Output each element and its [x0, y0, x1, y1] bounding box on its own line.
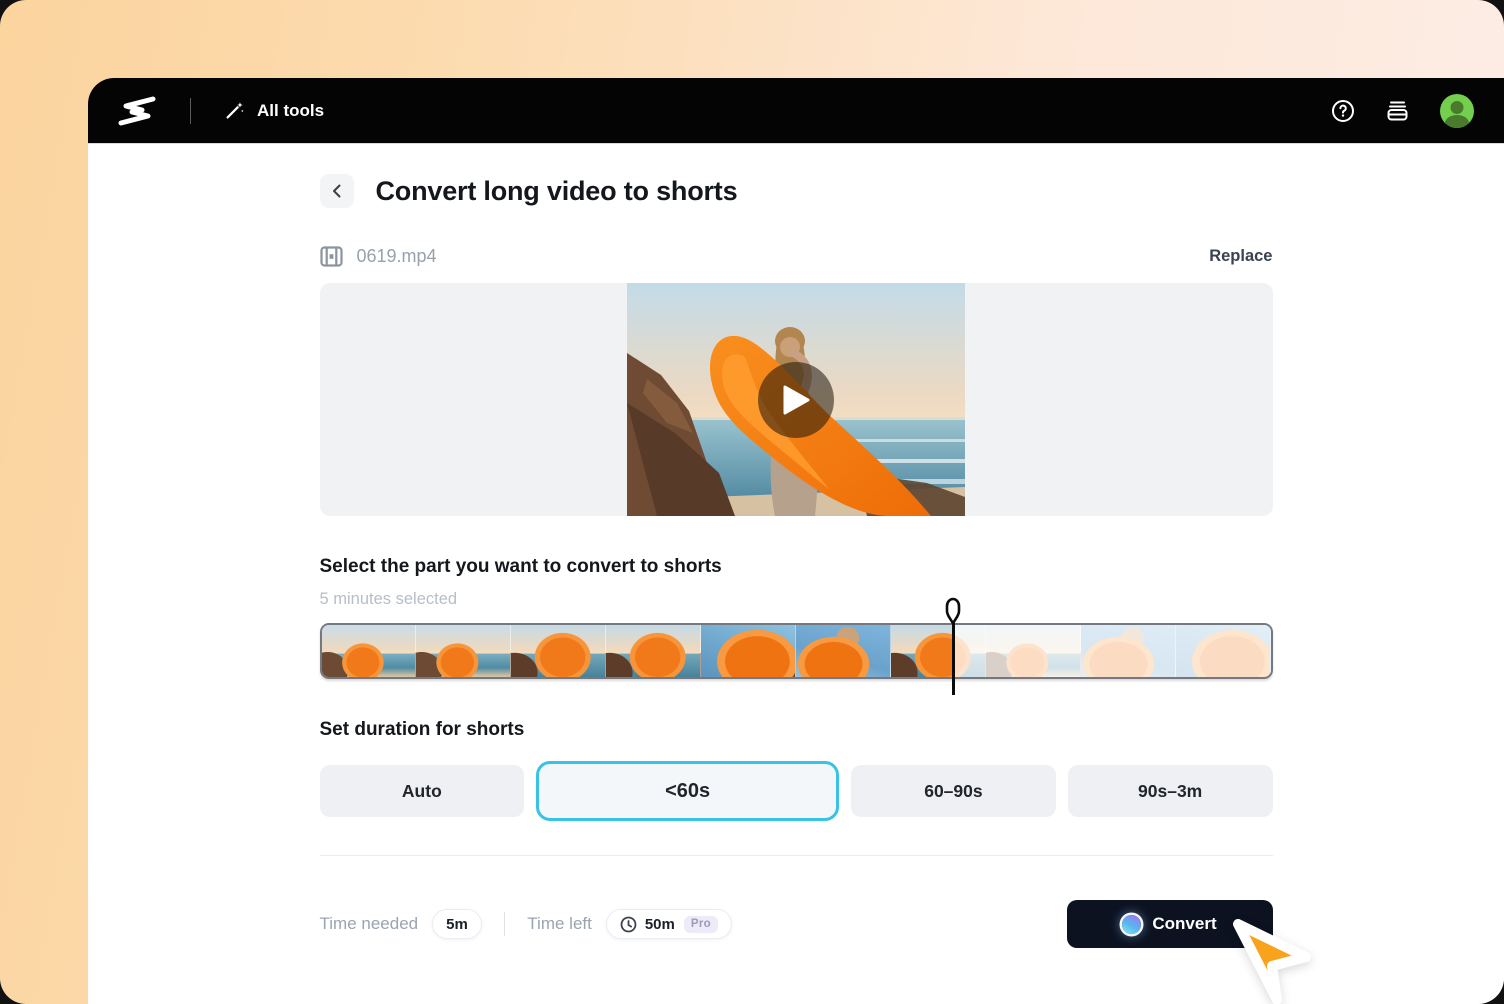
- filmstrip-thumbnail[interactable]: [891, 625, 986, 677]
- magic-wand-icon: [223, 100, 245, 122]
- time-needed-badge: 5m: [432, 909, 482, 939]
- filmstrip-thumbnail[interactable]: [1176, 625, 1271, 677]
- back-button[interactable]: [320, 174, 354, 208]
- duration-option-60-90s[interactable]: 60–90s: [851, 765, 1056, 817]
- footer-row: Time needed 5m Time left 50m Pro: [320, 900, 1273, 948]
- page-title: Convert long video to shorts: [376, 176, 738, 207]
- main-content: Convert long video to shorts 0619.mp4 Re…: [320, 144, 1273, 948]
- footer-divider: [504, 912, 506, 936]
- filmstrip-wrapper: [320, 623, 1273, 679]
- duration-option-90s-3m[interactable]: 90s–3m: [1068, 765, 1273, 817]
- all-tools-label: All tools: [257, 101, 324, 121]
- filmstrip-thumbnail[interactable]: [796, 625, 891, 677]
- filmstrip-thumbnail[interactable]: [1081, 625, 1176, 677]
- filmstrip-thumbnail[interactable]: [322, 625, 417, 677]
- duration-option-under-60s[interactable]: <60s: [536, 761, 839, 821]
- clock-icon: [620, 916, 637, 933]
- app-window: All tools: [88, 78, 1504, 1004]
- time-left-badge: 50m Pro: [606, 909, 732, 939]
- video-thumbnail: [627, 283, 965, 516]
- topbar: All tools: [88, 78, 1504, 144]
- selection-heading: Select the part you want to convert to s…: [320, 556, 1273, 578]
- play-icon: [781, 384, 811, 416]
- time-needed-label: Time needed: [320, 914, 419, 934]
- duration-option-auto[interactable]: Auto: [320, 765, 525, 817]
- divider: [320, 855, 1273, 856]
- ai-orb-icon: [1122, 915, 1141, 934]
- filmstrip-thumbnail[interactable]: [986, 625, 1081, 677]
- video-preview-panel: [320, 283, 1273, 516]
- chevron-left-icon: [329, 183, 345, 199]
- pro-badge: Pro: [684, 916, 718, 933]
- app-frame: All tools: [0, 0, 1504, 1004]
- help-icon[interactable]: [1331, 99, 1355, 123]
- avatar-head-glyph: [1451, 101, 1464, 114]
- filmstrip[interactable]: [320, 623, 1273, 679]
- scrubber-handle[interactable]: [945, 597, 961, 625]
- filmstrip-thumbnail[interactable]: [416, 625, 511, 677]
- capcut-logo-icon[interactable]: [118, 96, 156, 126]
- convert-button[interactable]: Convert: [1067, 900, 1273, 948]
- filmstrip-thumbnail[interactable]: [606, 625, 701, 677]
- duration-options: Auto <60s 60–90s 90s–3m: [320, 761, 1273, 821]
- file-name: 0619.mp4: [357, 246, 437, 267]
- time-left-value: 50m: [645, 916, 675, 933]
- topbar-right: [1331, 94, 1474, 128]
- convert-label: Convert: [1152, 914, 1216, 934]
- file-row: 0619.mp4 Replace: [320, 246, 1273, 267]
- scrubber-line: [952, 623, 955, 695]
- filmstrip-thumbnail[interactable]: [511, 625, 606, 677]
- printer-icon[interactable]: [1385, 98, 1410, 123]
- play-button[interactable]: [758, 362, 834, 438]
- time-left-label: Time left: [527, 914, 592, 934]
- filmstrip-thumbnail[interactable]: [701, 625, 796, 677]
- avatar-body-glyph: [1445, 115, 1469, 128]
- duration-heading: Set duration for shorts: [320, 719, 1273, 741]
- replace-button[interactable]: Replace: [1209, 247, 1272, 266]
- selection-status: 5 minutes selected: [320, 590, 1273, 609]
- title-row: Convert long video to shorts: [320, 174, 1273, 208]
- film-icon: [320, 246, 343, 267]
- avatar[interactable]: [1440, 94, 1474, 128]
- topbar-divider: [190, 98, 191, 124]
- nav-all-tools[interactable]: All tools: [223, 100, 324, 122]
- timeline-scrubber[interactable]: [946, 597, 960, 695]
